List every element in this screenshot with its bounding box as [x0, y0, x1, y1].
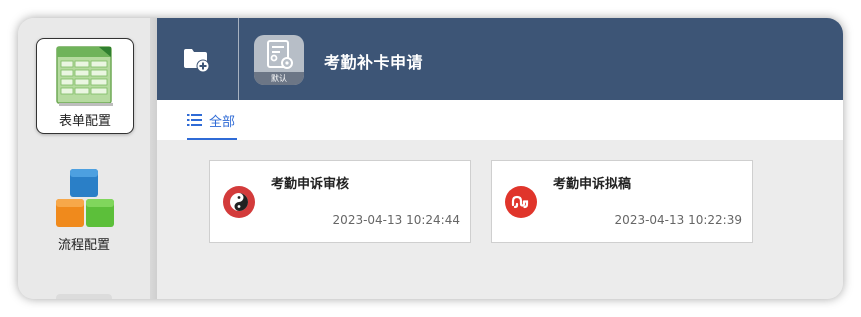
- tab-bar: 全部: [157, 100, 843, 140]
- card-title: 考勤申诉拟稿: [553, 177, 632, 192]
- left-rail: 表单配置 流程配置: [18, 18, 150, 299]
- card-timestamp: 2023-04-13 10:24:44: [332, 213, 460, 227]
- rail-item-form-config[interactable]: 表单配置: [36, 38, 134, 134]
- rail-item-label: 表单配置: [58, 114, 111, 129]
- flow-card[interactable]: 考勤申诉审核 2023-04-13 10:24:44: [209, 160, 471, 243]
- app-window: 表单配置 流程配置 默认 考勤补卡申请 全部 考勤申诉审核 2023-04-13…: [18, 18, 843, 299]
- page-title: 考勤补卡申请: [324, 53, 424, 72]
- flow-card[interactable]: 考勤申诉拟稿 2023-04-13 10:22:39: [491, 160, 753, 243]
- card-timestamp: 2023-04-13 10:22:39: [614, 213, 742, 227]
- rail-item-partial[interactable]: [56, 294, 112, 299]
- rail-divider: [150, 18, 157, 299]
- card-title: 考勤申诉审核: [271, 177, 350, 192]
- tab-all[interactable]: 全部: [187, 100, 237, 140]
- list-icon: [187, 112, 203, 126]
- spreadsheet-icon: [55, 45, 115, 107]
- rail-item-label: 流程配置: [57, 238, 110, 253]
- header-divider: [238, 18, 239, 100]
- default-badge: 默认: [254, 72, 304, 85]
- stumbleupon-icon: [505, 186, 537, 218]
- folder-plus-icon[interactable]: [181, 44, 211, 74]
- form-settings-icon[interactable]: 默认: [254, 35, 304, 85]
- rail-item-flow-config[interactable]: 流程配置: [36, 163, 132, 257]
- tab-label: 全部: [209, 115, 236, 130]
- content-area: 考勤申诉审核 2023-04-13 10:24:44 考勤申诉拟稿 2023-0…: [157, 140, 843, 299]
- yin-yang-icon: [223, 186, 255, 218]
- header-bar: 默认 考勤补卡申请: [157, 18, 843, 100]
- blocks-icon: [54, 167, 116, 231]
